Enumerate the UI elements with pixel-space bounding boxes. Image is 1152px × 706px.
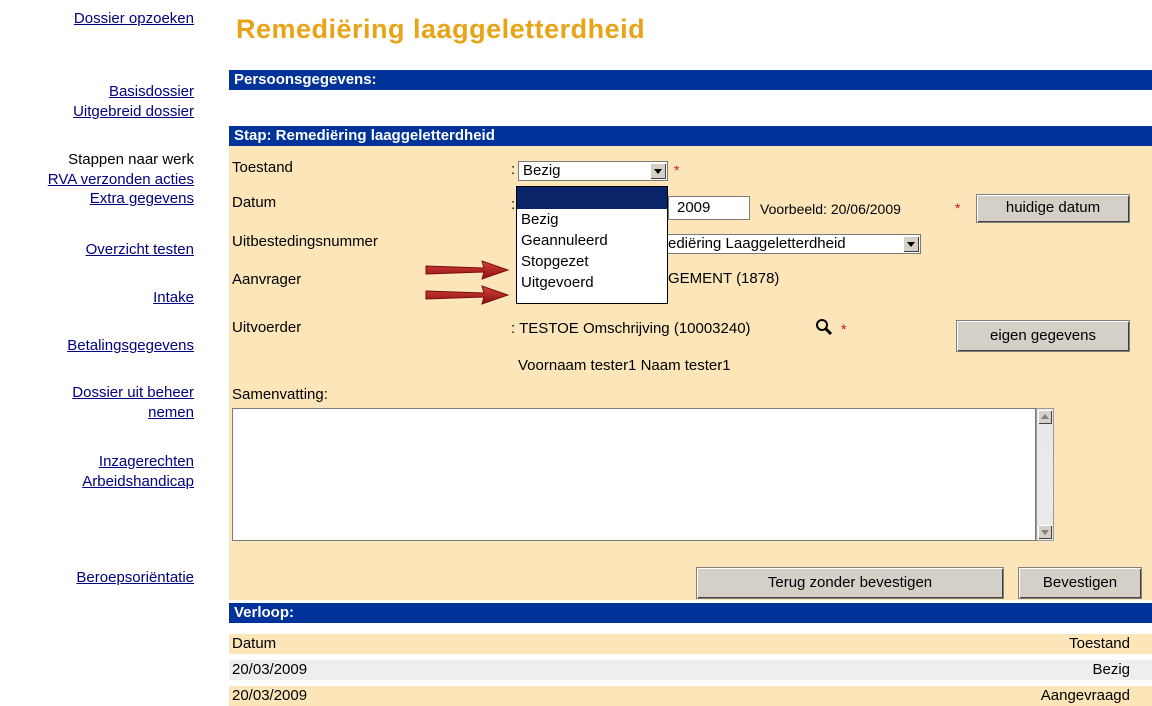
toestand-select-value: Bezig [523,162,561,179]
huidige-datum-button[interactable]: huidige datum [976,194,1130,223]
required-mark: * [841,321,847,337]
required-mark: * [955,200,961,216]
arrow-pointer-icon [425,285,510,305]
aanvrager-label: Aanvrager [232,271,302,288]
chevron-down-icon[interactable] [650,163,666,179]
persoonsgegevens-header: Persoonsgegevens: [229,70,1152,90]
dropdown-option-bezig[interactable]: Bezig [517,209,667,230]
dropdown-option-uitgevoerd[interactable]: Uitgevoerd [517,272,667,293]
uitvoerder-label: Uitvoerder [232,319,302,336]
link-arbeidshandicap[interactable]: Arbeidshandicap [82,473,194,491]
datum-example: Voorbeeld: 20/06/2009 [760,201,901,217]
verloop-row-datum: 20/03/2009 [232,687,308,704]
link-basisdossier[interactable]: Basisdossier [109,83,194,101]
link-betalingsgegevens[interactable]: Betalingsgegevens [67,337,194,355]
verloop-row-datum: 20/03/2009 [232,661,308,678]
verloop-header: Verloop: [229,603,1152,623]
stap-header: Stap: Remediëring laaggeletterdheid [229,126,1152,146]
uitvoerder-value: : TESTOE Omschrijving (10003240) [511,320,751,337]
toestand-dropdown-list[interactable]: Bezig Geannuleerd Stopgezet Uitgevoerd [516,186,668,304]
page-title: Remediëring laaggeletterdheid [236,14,646,44]
required-mark: * [674,162,680,178]
link-beroepsorientatie[interactable]: Beroepsoriëntatie [76,569,194,587]
uitbestedingsnummer-label: Uitbestedingsnummer [232,233,378,250]
dropdown-option-stopgezet[interactable]: Stopgezet [517,251,667,272]
terug-zonder-bevestigen-button[interactable]: Terug zonder bevestigen [696,567,1004,599]
scroll-down-icon[interactable] [1038,525,1052,539]
link-inzagerechten[interactable]: Inzagerechten [99,453,194,471]
sidebar-label-stappen-naar-werk: Stappen naar werk [68,151,194,168]
link-dossier-opzoeken[interactable]: Dossier opzoeken [74,10,194,28]
uitvoerder-name: Voornaam tester1 Naam tester1 [518,357,731,374]
chevron-down-icon[interactable] [903,236,919,252]
link-intake[interactable]: Intake [153,289,194,307]
link-dossier-uit-beheer[interactable]: Dossier uit beheer [72,384,194,402]
samenvatting-label: Samenvatting: [232,386,328,403]
link-uitgebreid-dossier[interactable]: Uitgebreid dossier [73,103,194,121]
toestand-label: Toestand [232,159,293,176]
verloop-col-datum: Datum [232,635,277,652]
aanvrager-value: GEMENT (1878) [668,270,780,287]
link-overzicht-testen[interactable]: Overzicht testen [86,241,194,259]
link-extra-gegevens[interactable]: Extra gegevens [90,190,194,208]
table-row: 20/03/2009 Bezig [229,660,1152,680]
datum-input[interactable]: 2009 [668,196,750,220]
verloop-header-row: Datum Toestand [229,634,1152,654]
datum-input-value: 2009 [677,199,711,216]
uitbestedingsnummer-select[interactable]: ediëring Laaggeletterdheid [664,234,921,254]
bevestigen-button[interactable]: Bevestigen [1018,567,1142,599]
link-rva-verzonden-acties[interactable]: RVA verzonden acties [48,171,194,189]
magnifier-icon[interactable] [815,318,833,340]
colon: : [511,161,516,178]
verloop-row-toestand: Aangevraagd [1040,687,1130,704]
samenvatting-textarea[interactable] [232,408,1036,541]
dropdown-option-empty[interactable] [517,187,667,209]
arrow-pointer-icon [425,260,510,280]
colon: : [511,196,516,213]
scroll-up-icon[interactable] [1038,410,1052,424]
datum-label: Datum [232,194,277,211]
dropdown-option-geannuleerd[interactable]: Geannuleerd [517,230,667,251]
verloop-row-toestand: Bezig [1092,661,1130,678]
uitbestedingsnummer-value: ediëring Laaggeletterdheid [668,235,846,252]
textarea-scrollbar[interactable] [1036,408,1054,541]
verloop-col-toestand: Toestand [1069,635,1130,652]
table-row: 20/03/2009 Aangevraagd [229,686,1152,706]
eigen-gegevens-button[interactable]: eigen gegevens [956,320,1130,352]
toestand-select[interactable]: Bezig [518,161,668,181]
link-dossier-uit-beheer-nemen[interactable]: nemen [148,404,194,422]
